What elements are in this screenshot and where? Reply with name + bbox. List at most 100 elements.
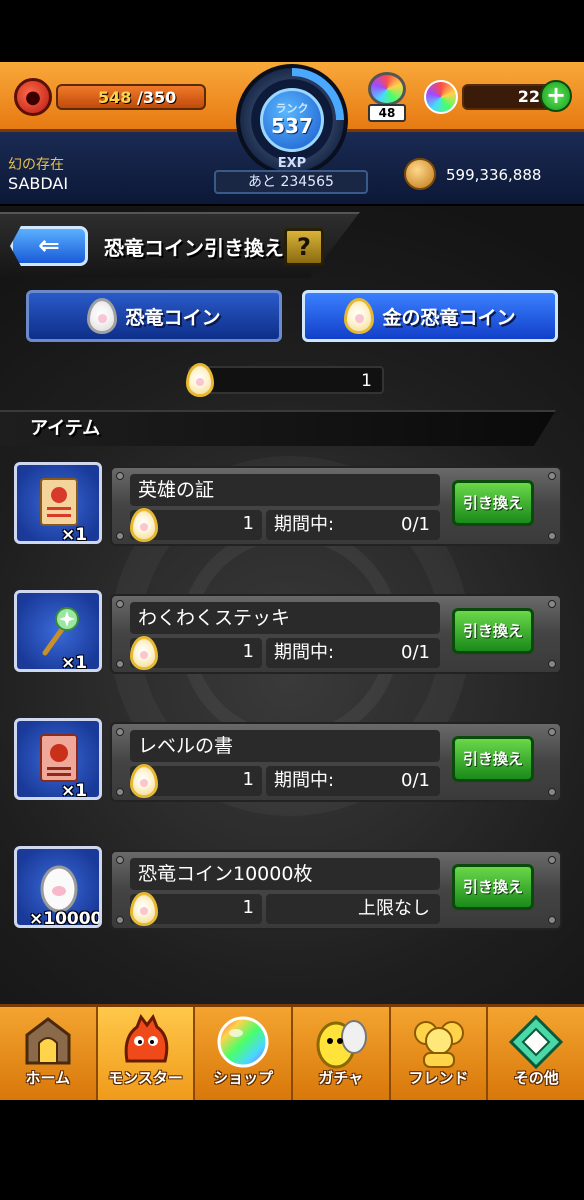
item-quantity: ×10000 [29,909,102,928]
stamina-bar: 548 /350 [56,84,206,110]
limit-label: 期間中: [274,514,335,535]
exchange-button[interactable]: 引き換え [452,608,534,654]
orb-stock-icon [368,72,406,106]
wand-icon [42,607,79,656]
item-quantity: ×1 [61,525,88,544]
orb-counter: 22 + [424,80,572,114]
bolt [548,660,556,668]
bolt [548,856,556,864]
bottom-nav: ホーム モンスター ショップ ガチャ フレンド その他 [0,1004,584,1100]
dino-coin-icon [87,298,118,334]
other-icon [509,1014,564,1070]
item-price-value: 1 [242,641,254,662]
bolt [548,916,556,924]
item-icon-frame: ×1 [14,590,102,672]
nav-label: モンスター [108,1069,183,1087]
bolt [548,728,556,736]
item-quantity: ×1 [61,653,88,672]
nav-label: フレンド [408,1069,469,1087]
item-panel: わくわくステッキ 1 期間中: 0/1 引き換え [110,594,562,674]
limit-label: 期間中: [274,770,335,791]
bolt [116,856,124,864]
help-button[interactable]: ? [284,228,324,266]
exchange-button[interactable]: 引き換え [452,736,534,782]
player-title: 幻の存在 [8,157,64,173]
status-bar [0,0,584,62]
system-nav-area [0,1100,584,1200]
bolt [116,472,124,480]
orb-stock[interactable]: 48 [366,72,408,124]
tab-gold-dino-coin[interactable]: 金の恐竜コイン [302,290,558,342]
list-item: ×1 英雄の証 1 期間中: 0/1 引き換え [0,462,584,562]
coin-balance: 1 [186,363,384,397]
friend-icon [413,1021,464,1068]
limit-value: 0/1 [401,642,430,663]
nav-shop[interactable]: ショップ [195,1007,294,1100]
gold-dino-coin-icon [130,764,158,798]
item-icon-frame: ×1 [14,462,102,544]
item-limit: 期間中: 0/1 [266,766,440,796]
gold-amount: 599,336,888 [446,166,542,184]
coin-balance-value: 1 [361,371,372,391]
bolt [548,532,556,540]
tab-label: 恐竜コイン [125,306,221,329]
item-name: 英雄の証 [130,474,440,506]
gold-dino-coin-icon [344,298,375,334]
item-price: 1 [130,508,262,542]
stamina-max: /350 [136,88,177,107]
item-price: 1 [130,636,262,670]
exp-label: EXP [277,156,307,171]
item-limit: 期間中: 0/1 [266,638,440,668]
nav-label: その他 [513,1069,559,1087]
bolt [116,788,124,796]
section-title: アイテム [30,418,101,439]
limit-label: 期間中: [274,642,335,663]
gold-dino-coin-icon [130,892,158,926]
list-item: ×1 わくわくステッキ 1 期間中: 0/1 引き換え [0,590,584,690]
nav-other[interactable]: その他 [488,1007,584,1100]
orb-icon [424,80,458,114]
coin-egg-icon [40,865,78,913]
item-price: 1 [130,892,262,926]
exp-remaining: あと 234565 [214,170,368,194]
item-price-value: 1 [242,897,254,918]
item-name: わくわくステッキ [130,602,440,634]
item-panel: レベルの書 1 期間中: 0/1 引き換え [110,722,562,802]
item-name: 恐竜コイン10000枚 [130,858,440,890]
back-button[interactable]: ⇐ [10,226,88,266]
item-price-value: 1 [242,769,254,790]
exchange-button[interactable]: 引き換え [452,864,534,910]
bolt [116,600,124,608]
nav-home[interactable]: ホーム [0,1007,98,1100]
bolt [548,600,556,608]
nav-monster[interactable]: モンスター [97,1007,196,1100]
bolt [116,660,124,668]
player-name: SABDAI [8,174,69,193]
rank-value: 537 [271,114,313,138]
limit-value: 0/1 [401,514,430,535]
exchange-button[interactable]: 引き換え [452,480,534,526]
page-title: 恐竜コイン引き換え [104,236,284,260]
nav-gacha[interactable]: ガチャ [293,1007,391,1100]
item-limit: 上限なし [266,894,440,924]
monster-icon [124,1013,168,1063]
tab-dino-coin[interactable]: 恐竜コイン [26,290,282,342]
add-orbs-button[interactable]: + [540,80,572,112]
orb-stock-count: 48 [368,104,406,122]
home-icon [25,1017,71,1065]
book-icon [40,734,78,782]
gold-dino-coin-icon [130,636,158,670]
nav-label: ショップ [213,1069,274,1087]
back-arrow-icon: ⇐ [38,231,60,261]
bolt [116,916,124,924]
item-price-value: 1 [242,513,254,534]
gold-dino-coin-icon [130,508,158,542]
item-name: レベルの書 [130,730,440,762]
gold-coin-icon [404,158,436,190]
item-panel: 恐竜コイン10000枚 1 上限なし 引き換え [110,850,562,930]
tab-label: 金の恐竜コイン [382,306,516,329]
nav-friend[interactable]: フレンド [391,1007,489,1100]
gold-dino-coin-icon [186,363,214,397]
stamina-current: 548 [98,88,132,107]
bolt [548,788,556,796]
